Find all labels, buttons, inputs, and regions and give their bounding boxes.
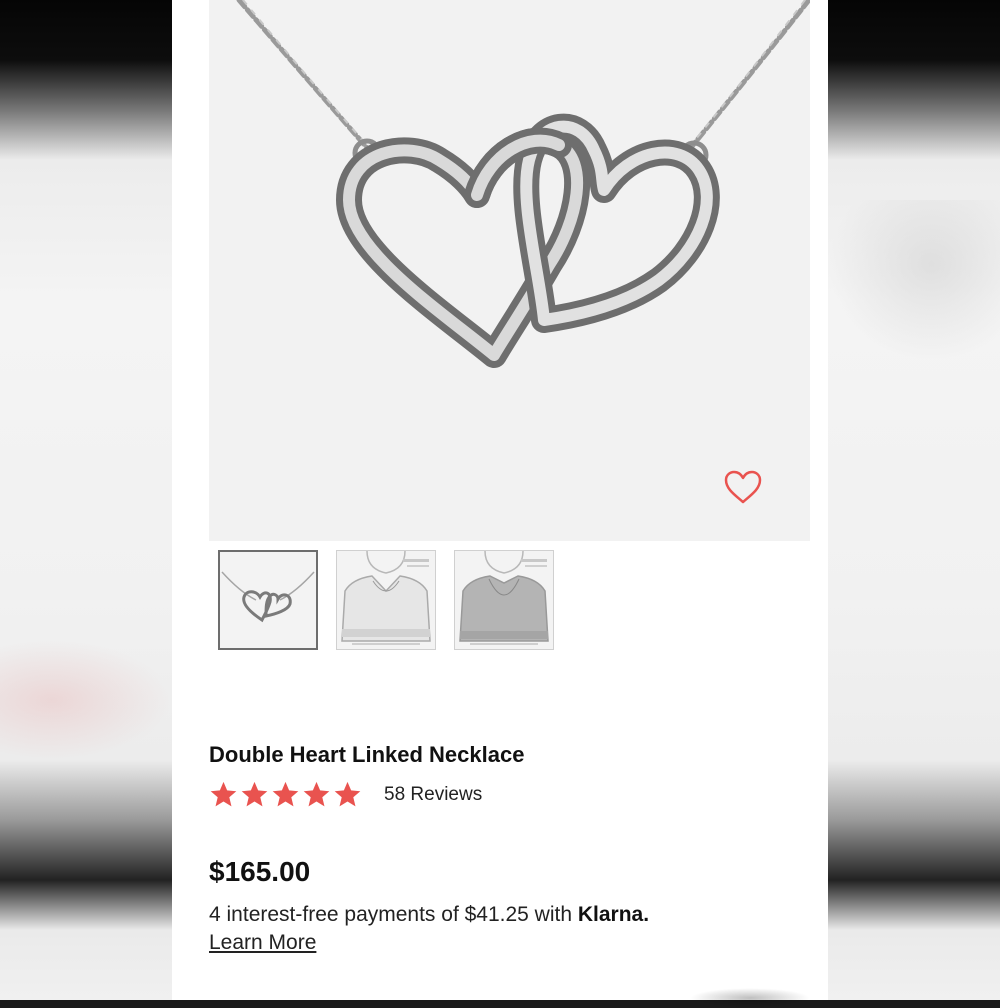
necklace-image xyxy=(236,0,810,368)
klarna-installments: 4 interest-free payments of $41.25 with … xyxy=(209,903,649,927)
thumbnail-strip xyxy=(218,550,554,650)
backdrop-tint-left xyxy=(0,640,172,760)
backdrop-tint-right xyxy=(828,200,1000,360)
learn-more-link[interactable]: Learn More xyxy=(209,931,316,955)
model-wearing-necklace-thumbnail-icon xyxy=(341,551,431,645)
star-icon xyxy=(334,781,361,807)
favorite-button[interactable] xyxy=(723,469,767,509)
bottom-shadow xyxy=(690,988,810,1008)
product-title: Double Heart Linked Necklace xyxy=(209,742,525,767)
product-price: $165.00 xyxy=(209,856,311,887)
thumbnail-necklace[interactable] xyxy=(218,550,318,650)
star-rating xyxy=(209,780,362,809)
star-icon xyxy=(210,781,237,807)
thumbnail-model-long[interactable] xyxy=(454,550,554,650)
model-wearing-necklace-thumbnail-icon xyxy=(459,551,549,645)
installments-text: 4 interest-free payments of $41.25 with xyxy=(209,903,578,926)
product-rating[interactable]: 58 Reviews xyxy=(209,780,482,809)
star-icon xyxy=(241,781,268,807)
thumbnail-model-short[interactable] xyxy=(336,550,436,650)
star-icon xyxy=(272,781,299,807)
star-icon xyxy=(303,781,330,807)
heart-outline-icon xyxy=(724,470,762,504)
reviews-link[interactable]: 58 Reviews xyxy=(384,784,482,806)
product-panel: Double Heart Linked Necklace 58 Reviews … xyxy=(172,0,828,1000)
product-hero-image xyxy=(209,0,810,541)
klarna-logo-text: Klarna. xyxy=(577,903,650,926)
necklace-thumbnail-icon xyxy=(221,571,315,623)
